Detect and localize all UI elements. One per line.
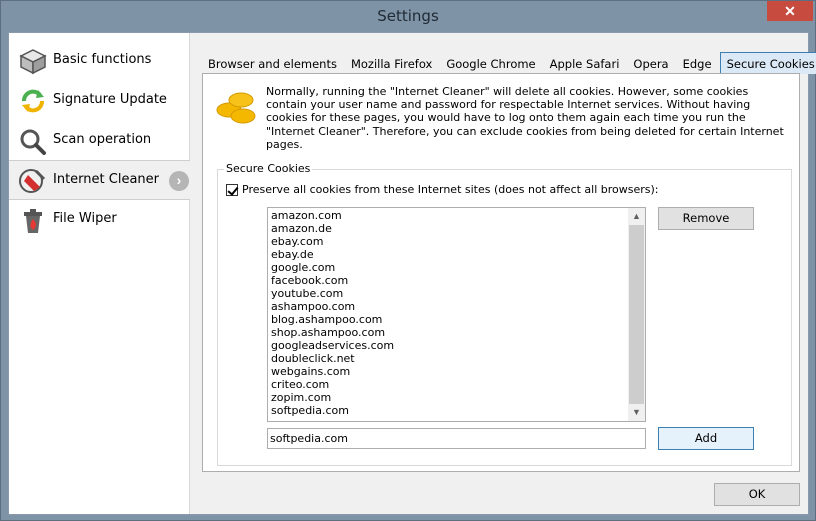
tab-opera[interactable]: Opera [627,53,674,74]
close-button[interactable]: ✕ [767,1,813,21]
sites-listbox[interactable]: amazon.com amazon.de ebay.com ebay.de google… [267,207,646,422]
info-text: Normally, running the "Internet Cleaner"… [266,85,784,151]
settings-window: Settings ✕ Basic functions Signature Upd… [0,0,816,521]
sidebar-item-label: Basic functions [53,52,152,67]
broom-icon [19,169,46,193]
tab-apple-safari[interactable]: Apple Safari [544,53,626,74]
tab-edge[interactable]: Edge [677,53,718,74]
sidebar-item-label: File Wiper [53,211,117,226]
list-item[interactable]: zopim.com [270,391,628,404]
scroll-thumb[interactable] [629,225,644,404]
list-item[interactable]: ebay.com [270,235,628,248]
title-bar[interactable]: Settings ✕ [1,1,815,32]
sidebar-item-signature-update[interactable]: Signature Update [9,81,190,121]
sidebar-item-scan-operation[interactable]: Scan operation [9,121,190,161]
sidebar-item-file-wiper[interactable]: File Wiper [9,200,190,240]
preserve-cookies-label: Preserve all cookies from these Internet… [242,183,659,196]
scroll-down-icon[interactable]: ▼ [628,404,645,421]
list-item[interactable]: blog.ashampoo.com [270,313,628,326]
tab-google-chrome[interactable]: Google Chrome [440,53,541,74]
sidebar-item-basic-functions[interactable]: Basic functions [9,41,190,81]
sidebar: Basic functions Signature Update Scan op… [9,33,190,514]
list-item[interactable]: facebook.com [270,274,628,287]
trash-fire-icon [24,209,42,233]
add-button[interactable]: Add [658,427,754,450]
list-item[interactable]: shop.ashampoo.com [270,326,628,339]
sidebar-item-label: Signature Update [53,92,167,107]
list-item[interactable]: criteo.com [270,378,628,391]
window-title: Settings [377,7,439,25]
box-icon [19,49,47,75]
list-item[interactable]: webgains.com [270,365,628,378]
list-item[interactable]: googleadservices.com [270,339,628,352]
group-title: Secure Cookies [224,162,313,175]
remove-button[interactable]: Remove [658,207,754,230]
sidebar-item-internet-cleaner[interactable]: Internet Cleaner › [9,160,190,200]
list-item[interactable]: google.com [270,261,628,274]
site-input[interactable]: softpedia.com [267,428,646,449]
scroll-up-icon[interactable]: ▲ [628,208,645,225]
cookies-icon [216,92,256,124]
list-item[interactable]: ebay.de [270,248,628,261]
sidebar-item-label: Scan operation [53,132,152,147]
list-item[interactable]: softpedia.com [270,404,628,417]
sites-list: amazon.com amazon.de ebay.com ebay.de google… [270,209,628,417]
list-item[interactable]: doubleclick.net [270,352,628,365]
refresh-icon [22,89,44,113]
tab-bar: Browser and elements Mozilla Firefox Goo… [202,52,816,74]
secure-cookies-panel: Normally, running the "Internet Cleaner"… [202,73,800,472]
list-item[interactable]: youtube.com [270,287,628,300]
list-item[interactable]: amazon.com [270,209,628,222]
list-scrollbar[interactable]: ▲ ▼ [628,208,645,421]
tab-secure-cookies[interactable]: Secure Cookies [719,52,816,74]
secure-cookies-group: Secure Cookies Preserve all cookies from… [217,162,792,466]
preserve-cookies-row[interactable]: Preserve all cookies from these Internet… [226,183,659,196]
ok-button[interactable]: OK [714,483,800,506]
chevron-right-icon: › [169,171,189,191]
list-item[interactable]: amazon.de [270,222,628,235]
preserve-cookies-checkbox[interactable] [226,183,238,196]
magnifier-icon [20,129,46,155]
client-area: Basic functions Signature Update Scan op… [8,32,816,515]
tab-browser-and-elements[interactable]: Browser and elements [202,53,343,74]
sidebar-item-label: Internet Cleaner [53,172,159,187]
list-item[interactable]: ashampoo.com [270,300,628,313]
tab-mozilla-firefox[interactable]: Mozilla Firefox [345,53,438,74]
